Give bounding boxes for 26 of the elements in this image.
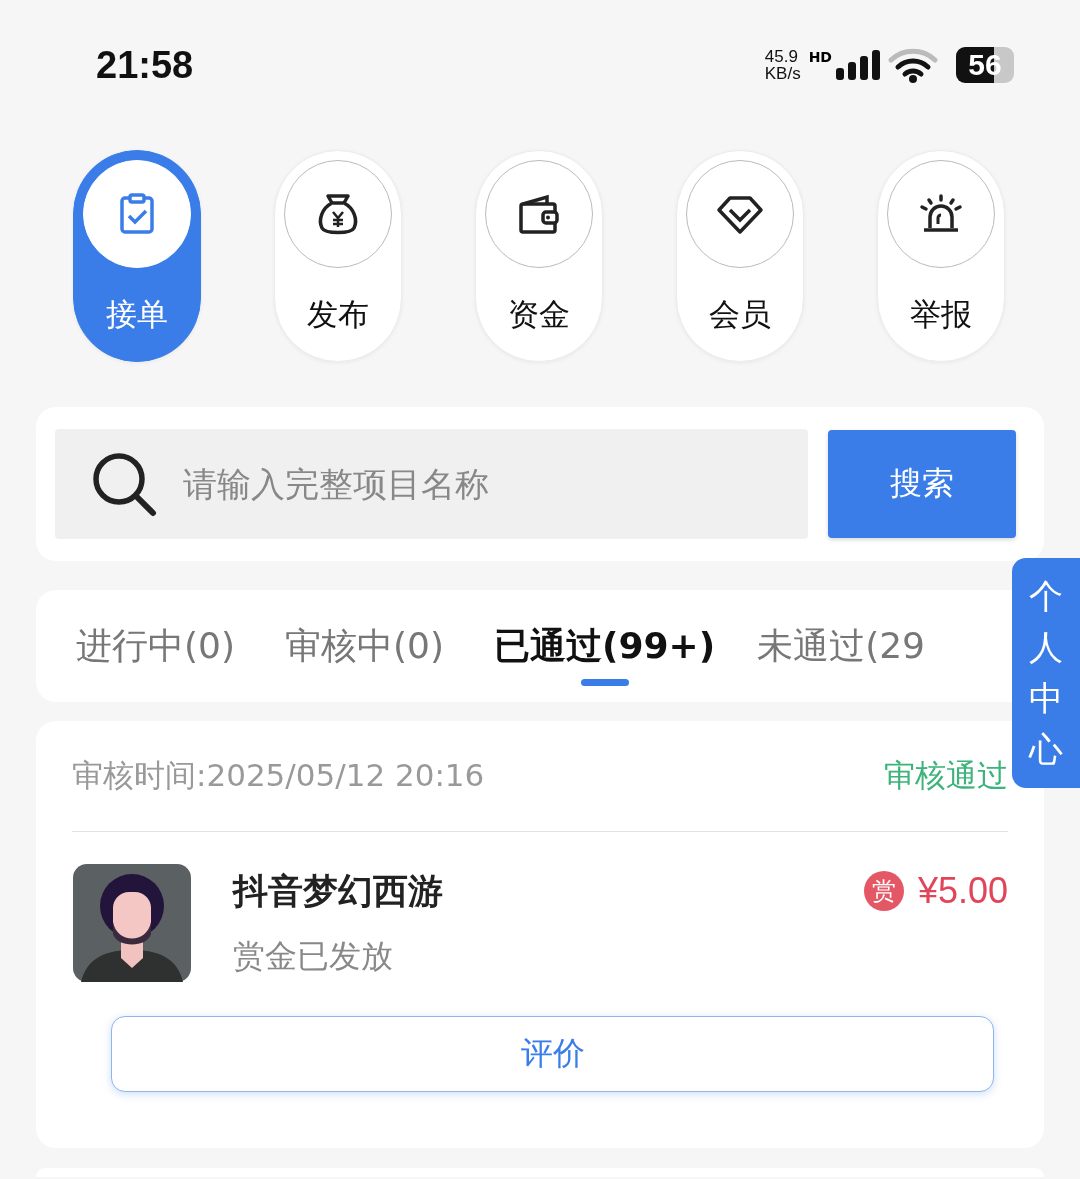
status-tab[interactable]: 未通过(29 <box>757 590 926 702</box>
nav-tab[interactable]: 资金 <box>475 150 603 362</box>
status-tab[interactable]: 审核中(0) <box>285 590 444 702</box>
nav-tab[interactable]: 发布 <box>274 150 402 362</box>
payout-status: 赏金已发放 <box>233 936 394 977</box>
personal-center-tab[interactable]: 个人中心 <box>1012 558 1080 788</box>
nav-tab[interactable]: 会员 <box>676 150 804 362</box>
network-speed-unit: KB/s <box>764 65 801 82</box>
wifi-icon <box>888 47 938 83</box>
project-title: 抖音梦幻西游 <box>233 870 444 913</box>
signal-icon <box>836 50 880 80</box>
search-field[interactable]: 请输入完整项目名称 <box>55 429 808 539</box>
review-time: 审核时间:2025/05/12 20:16 <box>72 756 485 795</box>
review-status: 审核通过 <box>884 756 1008 795</box>
nav-tab[interactable]: 举报 <box>877 150 1005 362</box>
clock-time: 21:58 <box>96 43 194 87</box>
status-tab[interactable]: 进行中(0) <box>76 590 235 702</box>
search-button[interactable]: 搜索 <box>828 430 1016 538</box>
nav-tab[interactable]: 接单 <box>73 150 201 362</box>
reward-badge: 赏 <box>863 871 904 911</box>
network-speed: 45.9 <box>764 48 799 65</box>
network-type: HD <box>808 49 832 65</box>
status-tab[interactable]: 已通过(99+) <box>494 590 716 702</box>
review-button[interactable]: 评价 <box>111 1016 994 1092</box>
tab-indicator <box>580 679 629 686</box>
reward-amount: ¥5.00 <box>917 870 1008 912</box>
